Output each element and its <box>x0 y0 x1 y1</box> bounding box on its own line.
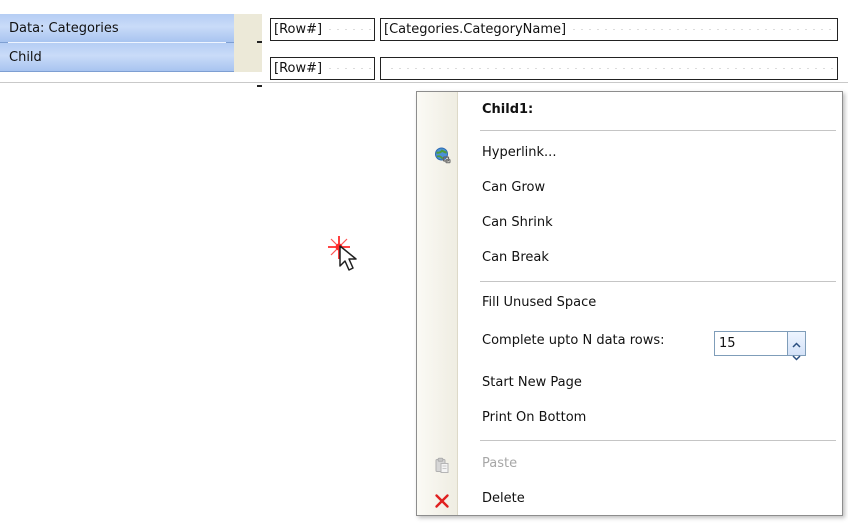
report-bands: Data: Categories Child [Row#] [Categorie… <box>0 0 848 87</box>
empty-field[interactable] <box>380 57 838 80</box>
row-number-text: [Row#] <box>274 61 323 76</box>
menu-item-can-grow[interactable]: Can Grow <box>418 172 841 204</box>
complete-rows-value: 15 <box>719 336 736 351</box>
delete-label: Delete <box>482 491 525 506</box>
data-band-label: Data: Categories <box>9 21 119 36</box>
globe-link-icon <box>433 145 451 164</box>
can-break-label: Can Break <box>482 250 549 265</box>
gutter-mark <box>257 85 262 87</box>
row-number-text: [Row#] <box>274 22 323 37</box>
chevron-down-icon[interactable] <box>791 344 802 361</box>
menu-item-delete[interactable]: Delete <box>418 483 841 515</box>
menu-separator <box>480 440 836 441</box>
menu-item-can-shrink[interactable]: Can Shrink <box>418 207 841 239</box>
child-band-header[interactable]: Child <box>0 42 234 72</box>
menu-item-print-on-bottom[interactable]: Print On Bottom <box>418 402 841 434</box>
menu-item-fill-unused-space[interactable]: Fill Unused Space <box>418 287 841 319</box>
can-shrink-label: Can Shrink <box>482 215 553 230</box>
menu-item-start-new-page[interactable]: Start New Page <box>418 367 841 399</box>
can-grow-label: Can Grow <box>482 180 546 195</box>
chevron-up-icon[interactable] <box>791 332 802 348</box>
start-new-page-label: Start New Page <box>482 375 582 390</box>
menu-item-complete-rows[interactable]: Complete upto N data rows: 15 <box>418 325 841 361</box>
menu-item-hyperlink[interactable]: Hyperlink... <box>418 137 841 169</box>
category-name-field[interactable]: [Categories.CategoryName] <box>380 18 838 41</box>
menu-separator <box>480 281 836 282</box>
row-number-field[interactable]: [Row#] <box>270 18 375 41</box>
band-bottom-border <box>0 82 848 83</box>
child-band-label: Child <box>9 50 42 65</box>
fill-unused-space-label: Fill Unused Space <box>482 295 597 310</box>
paste-icon <box>433 456 451 474</box>
mouse-pointer-icon <box>327 233 367 273</box>
context-menu: Child1: Hyperlink... Can Grow Can Shrink… <box>416 91 843 516</box>
paste-label: Paste <box>482 456 518 471</box>
menu-item-paste[interactable]: Paste <box>418 448 841 480</box>
print-on-bottom-label: Print On Bottom <box>482 410 587 425</box>
delete-x-icon <box>433 491 451 509</box>
row-number-field[interactable]: [Row#] <box>270 57 375 80</box>
complete-rows-label: Complete upto N data rows: <box>482 333 665 348</box>
stepper-buttons[interactable] <box>788 331 806 361</box>
data-band-header[interactable]: Data: Categories <box>0 14 234 43</box>
menu-title-text: Child1: <box>482 102 534 117</box>
complete-rows-input[interactable]: 15 <box>714 331 788 356</box>
menu-separator <box>480 130 836 131</box>
menu-item-can-break[interactable]: Can Break <box>418 242 841 274</box>
hyperlink-label: Hyperlink... <box>482 145 557 160</box>
category-name-text: [Categories.CategoryName] <box>384 22 567 37</box>
complete-rows-stepper[interactable]: 15 <box>714 331 808 361</box>
menu-title: Child1: <box>418 94 841 126</box>
band-gutter <box>234 14 262 72</box>
